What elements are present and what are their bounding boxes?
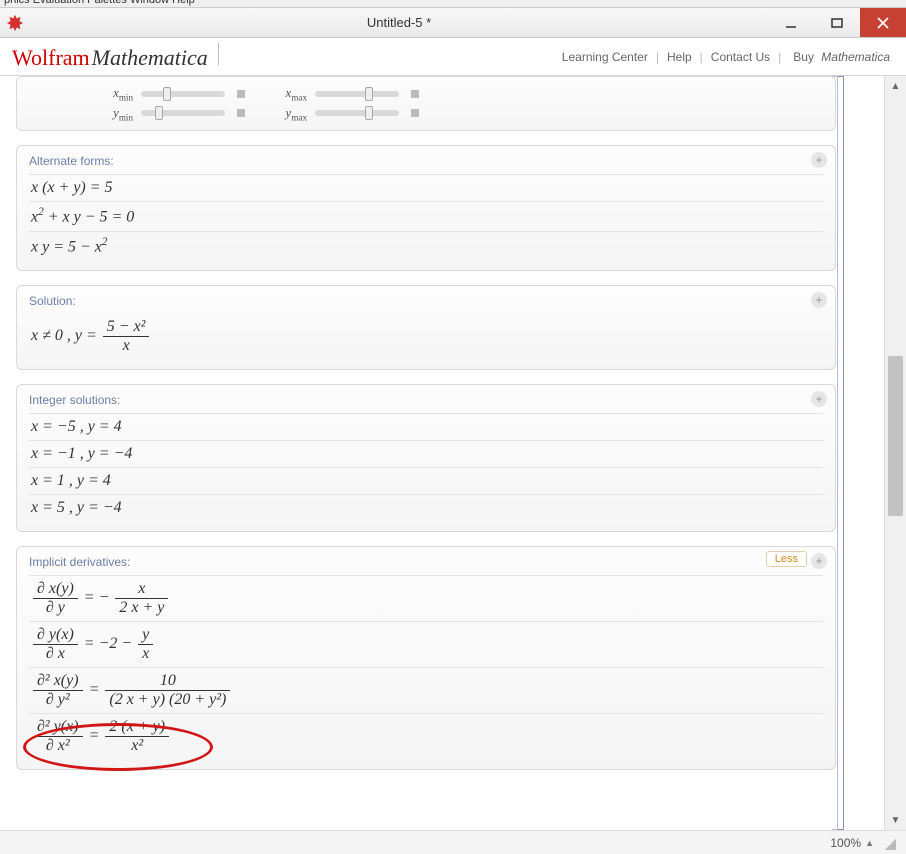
slider-xmin[interactable]	[141, 91, 225, 97]
notebook-area: xmin xmax ymin ymax + Alternate forms	[0, 76, 906, 830]
minimize-button[interactable]	[768, 8, 814, 37]
panel-title: Implicit derivatives:	[29, 555, 823, 569]
scroll-up-icon[interactable]: ▲	[885, 76, 906, 96]
panel-title: Solution:	[29, 294, 823, 308]
slider-ymax[interactable]	[315, 110, 399, 116]
slider-ymin[interactable]	[141, 110, 225, 116]
integer-solutions-panel: + Integer solutions: x = −5 , y = 4 x = …	[16, 384, 836, 532]
app-icon	[6, 14, 24, 32]
slider-row-x: xmin xmax	[29, 85, 823, 103]
label-xmin: xmin	[89, 85, 141, 103]
header-links: Learning Center | Help | Contact Us | Bu…	[558, 50, 894, 64]
scroll-down-icon[interactable]: ▼	[885, 810, 906, 830]
int-sol-2: x = −1 , y = −4	[29, 440, 823, 467]
logo-wolfram: Wolfram	[12, 45, 90, 71]
label-ymin: ymin	[89, 105, 141, 123]
link-buy-mathematica[interactable]: Buy Mathematica	[785, 50, 894, 64]
label-xmax: xmax	[263, 85, 315, 103]
link-help[interactable]: Help	[663, 50, 696, 64]
scrollbar-thumb[interactable]	[888, 356, 903, 516]
notebook-content: xmin xmax ymin ymax + Alternate forms	[0, 76, 884, 830]
close-button[interactable]	[860, 8, 906, 37]
window-buttons	[768, 8, 906, 37]
implicit-derivatives-panel: + Less Implicit derivatives: ∂ x(y)∂ y =…	[16, 546, 836, 770]
deriv-row-2: ∂ y(x)∂ x = −2 − yx	[29, 621, 823, 667]
resize-grip-icon[interactable]	[882, 836, 896, 850]
int-sol-3: x = 1 , y = 4	[29, 467, 823, 494]
wolfram-logo: Wolfram Mathematica	[12, 43, 219, 71]
less-button[interactable]: Less	[766, 551, 807, 567]
zoom-level[interactable]: 100%	[830, 836, 861, 850]
status-bar: 100% ▲	[0, 830, 906, 854]
panel-title: Alternate forms:	[29, 154, 823, 168]
alternate-forms-panel: + Alternate forms: x (x + y) = 5 x2 + x …	[16, 145, 836, 271]
solution-panel: + Solution: x ≠ 0 , y = 5 − x² x	[16, 285, 836, 370]
slider-stop-icon[interactable]	[411, 90, 419, 98]
maximize-button[interactable]	[814, 8, 860, 37]
deriv-row-1: ∂ x(y)∂ y = − x2 x + y	[29, 575, 823, 621]
window-title: Untitled-5 *	[30, 8, 768, 37]
zoom-menu-icon[interactable]: ▲	[865, 838, 874, 848]
expand-icon[interactable]: +	[811, 292, 827, 308]
logo-mathematica: Mathematica	[92, 45, 208, 71]
alt-form-1: x (x + y) = 5	[29, 174, 823, 201]
int-sol-4: x = 5 , y = −4	[29, 494, 823, 521]
alt-form-2: x2 + x y − 5 = 0	[29, 201, 823, 230]
deriv-row-4: ∂² y(x)∂ x² = 2 (x + y)x²	[29, 713, 823, 759]
plot-range-panel: xmin xmax ymin ymax	[16, 76, 836, 131]
link-contact-us[interactable]: Contact Us	[707, 50, 774, 64]
solution-expr: x ≠ 0 , y = 5 − x² x	[29, 314, 823, 359]
slider-xmax[interactable]	[315, 91, 399, 97]
panel-title: Integer solutions:	[29, 393, 823, 407]
title-bar: Untitled-5 *	[0, 8, 906, 38]
brand-bar: Wolfram Mathematica Learning Center | He…	[0, 38, 906, 76]
alt-form-3: x y = 5 − x2	[29, 231, 823, 260]
link-learning-center[interactable]: Learning Center	[558, 50, 652, 64]
menu-bar-fragment: phics Evaluation Palettes Window Help	[0, 0, 906, 8]
deriv-row-3: ∂² x(y)∂ y² = 10(2 x + y) (20 + y²)	[29, 667, 823, 713]
slider-row-y: ymin ymax	[29, 105, 823, 123]
vertical-scrollbar[interactable]: ▲ ▼	[884, 76, 906, 830]
slider-stop-icon[interactable]	[237, 90, 245, 98]
cell-bracket-outer[interactable]	[838, 76, 844, 830]
label-ymax: ymax	[263, 105, 315, 123]
expand-icon[interactable]: +	[811, 391, 827, 407]
slider-stop-icon[interactable]	[411, 109, 419, 117]
expand-icon[interactable]: +	[811, 152, 827, 168]
int-sol-1: x = −5 , y = 4	[29, 413, 823, 440]
expand-icon[interactable]: +	[811, 553, 827, 569]
slider-stop-icon[interactable]	[237, 109, 245, 117]
